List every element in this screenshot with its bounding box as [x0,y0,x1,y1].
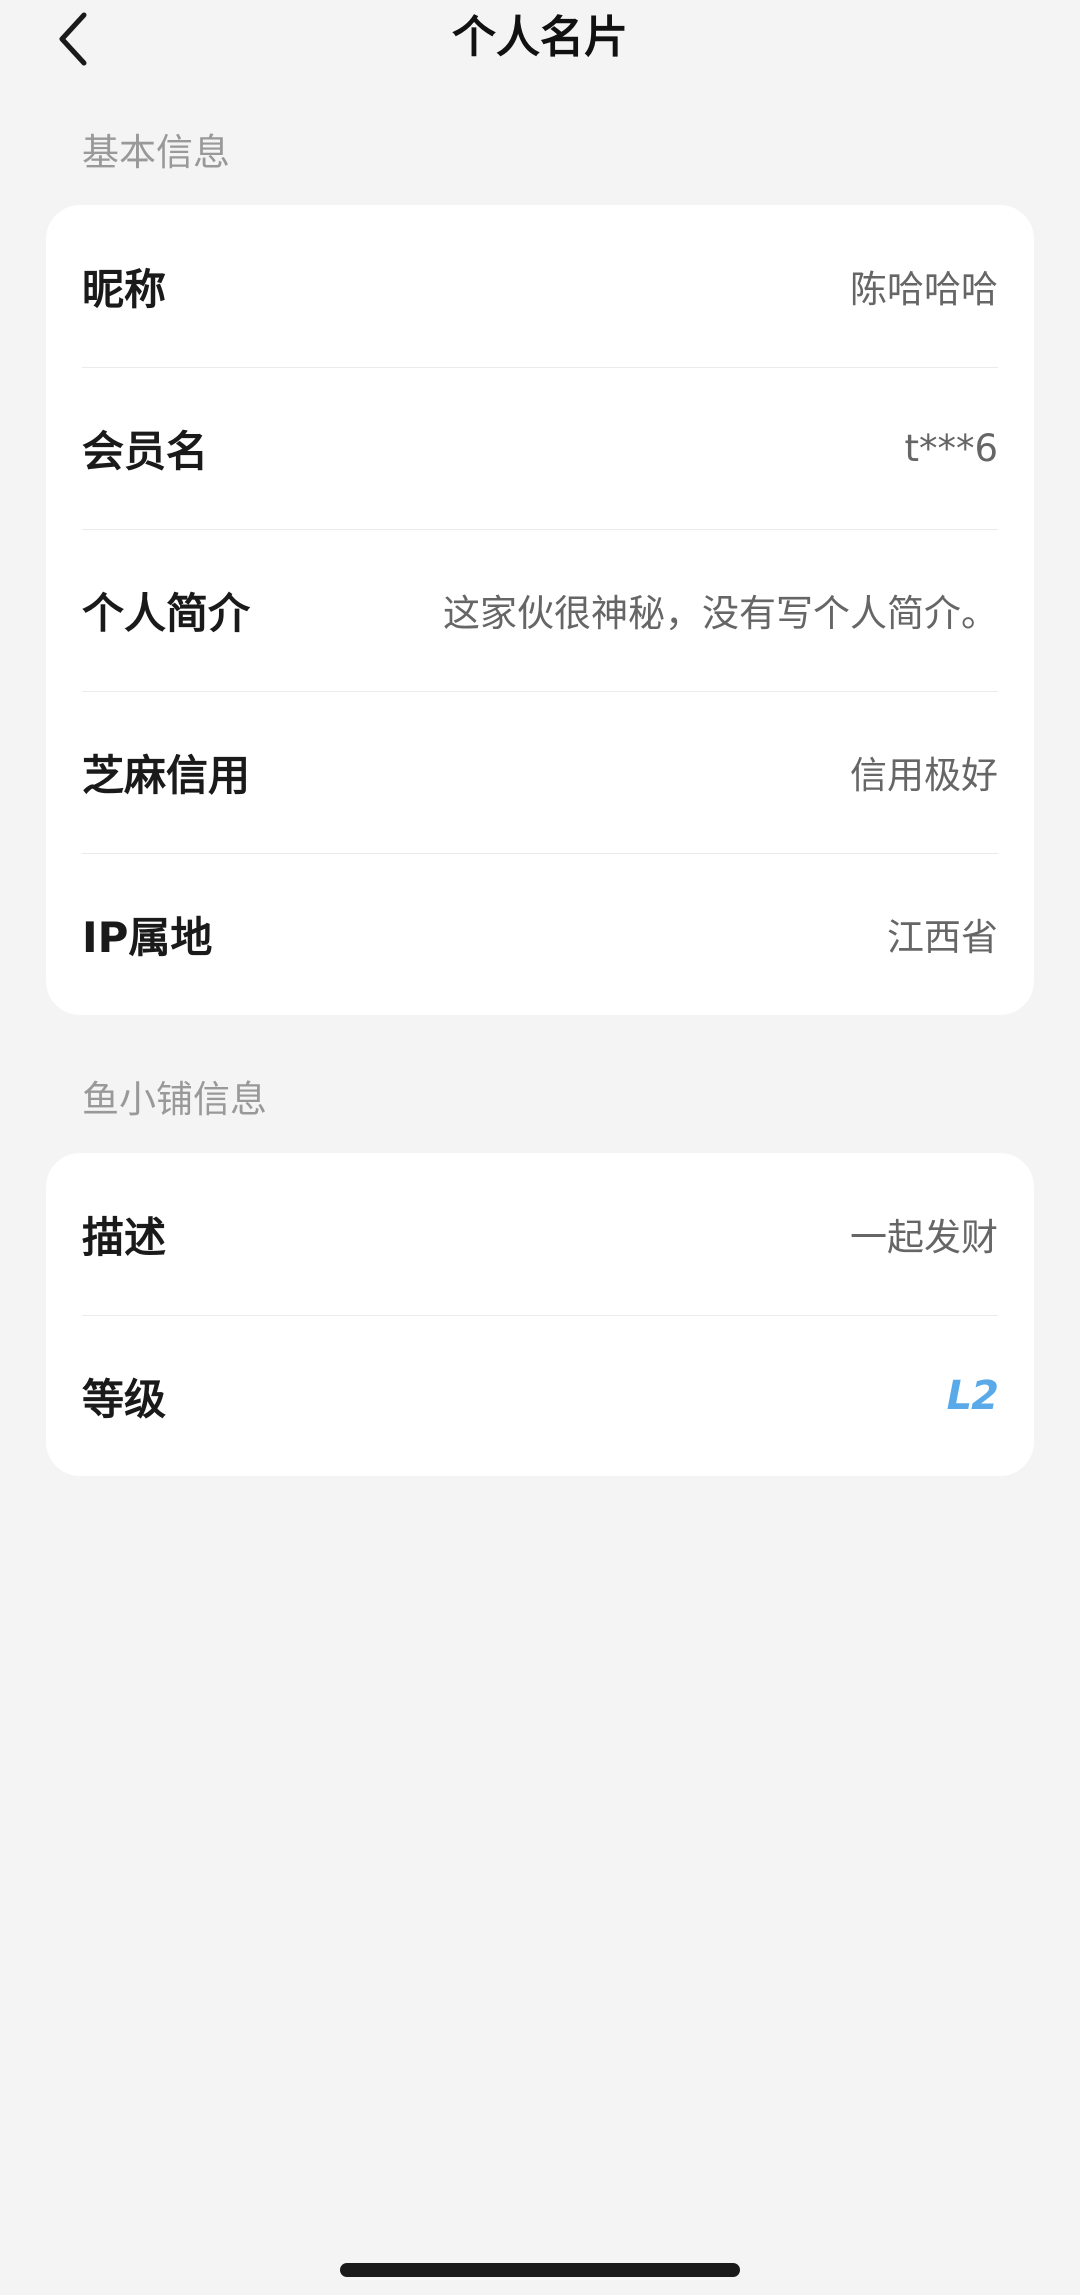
row-value: 陈哈哈哈 [850,268,998,311]
row-description[interactable]: 描述 一起发财 [46,1153,1034,1315]
row-value: 这家伙很神秘，没有写个人简介。 [443,592,998,635]
basic-info-card: 昵称 陈哈哈哈 会员名 t***6 个人简介 这家伙很神秘，没有写个人简介。 芝… [46,205,1034,1015]
row-label: 会员名 [82,426,209,476]
row-bio[interactable]: 个人简介 这家伙很神秘，没有写个人简介。 [46,529,1034,691]
row-value: 信用极好 [850,754,998,797]
row-nickname[interactable]: 昵称 陈哈哈哈 [46,205,1034,367]
row-label: 昵称 [82,264,167,314]
row-label: 等级 [82,1374,167,1424]
row-member-name[interactable]: 会员名 t***6 [46,367,1034,529]
section-title-shop-info: 鱼小铺信息 [82,1078,267,1121]
row-value: 一起发财 [850,1216,998,1259]
section-title-basic-info: 基本信息 [82,131,230,174]
row-label: 描述 [82,1212,167,1262]
page-title: 个人名片 [452,12,628,63]
row-value: t***6 [904,426,998,470]
row-sesame-credit[interactable]: 芝麻信用 信用极好 [46,691,1034,853]
row-label: 个人简介 [82,588,251,638]
level-badge: L2 [946,1373,999,1419]
row-value: 江西省 [887,916,998,959]
row-ip-location[interactable]: IP属地 江西省 [46,853,1034,1015]
home-indicator[interactable] [340,2263,740,2277]
row-level[interactable]: 等级 L2 [46,1315,1034,1476]
shop-info-card: 描述 一起发财 等级 L2 [46,1153,1034,1476]
row-label: 芝麻信用 [82,750,251,800]
nav-bar: 个人名片 [0,0,1080,80]
row-label: IP属地 [82,912,213,962]
